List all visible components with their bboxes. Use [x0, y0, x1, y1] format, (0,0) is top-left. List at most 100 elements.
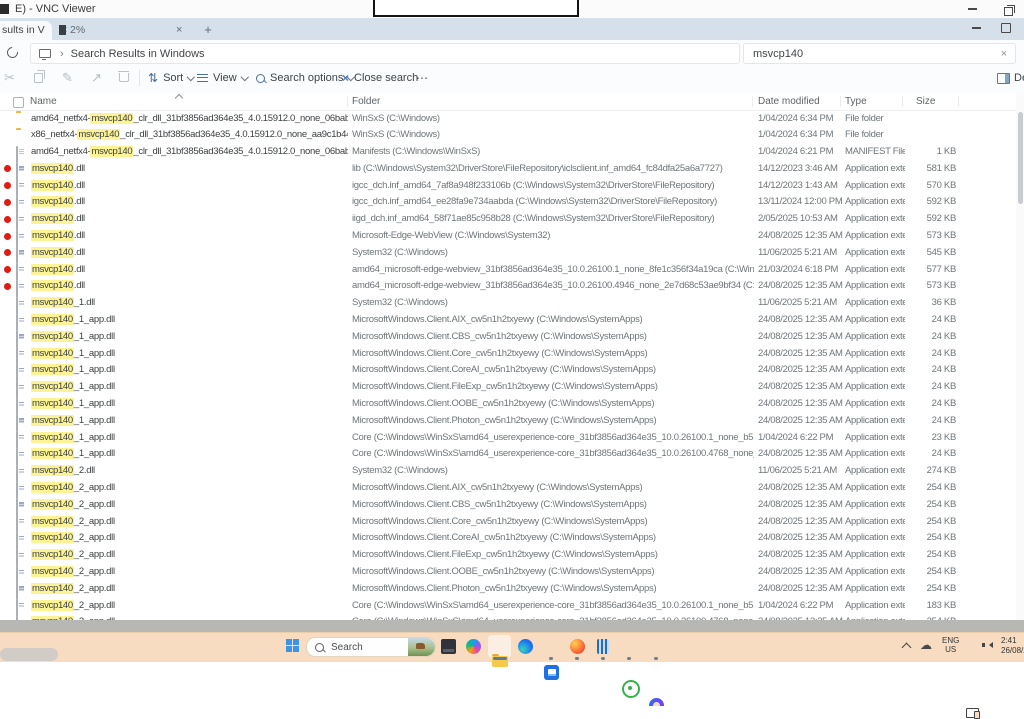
table-row[interactable]: amd64_netfx4-msvcp140_clr_dll_31bf3856ad…	[0, 144, 1016, 161]
view-button[interactable]: View	[197, 68, 247, 88]
name-highlight: msvcp140	[31, 516, 74, 527]
table-row[interactable]: msvcp140_2_app.dll Core (C:\Windows\WinS…	[0, 597, 1016, 614]
vnc-restore-button[interactable]	[994, 3, 1022, 19]
name-highlight: msvcp140	[31, 196, 74, 207]
onedrive-cloud-icon[interactable]: ☁	[920, 638, 932, 652]
copilot-icon[interactable]	[466, 639, 481, 654]
search-input[interactable]: msvcp140 ×	[743, 43, 1016, 64]
table-row[interactable]: msvcp140.dll lib (C:\Windows\System32\Dr…	[0, 160, 1016, 177]
table-row[interactable]: msvcp140.dll igcc_dch.inf_amd64_7af8a948…	[0, 177, 1016, 194]
more-options-button[interactable]: ⋯	[416, 68, 429, 88]
table-row[interactable]: amd64_netfx4-msvcp140_clr_dll_31bf3856ad…	[0, 110, 1016, 127]
cell-folder: WinSxS (C:\Windows)	[352, 129, 754, 140]
details-pane-button[interactable]: Details	[997, 68, 1024, 88]
table-row[interactable]: msvcp140_2_app.dll MicrosoftWindows.Clie…	[0, 530, 1016, 547]
table-row[interactable]: msvcp140_2_app.dll MicrosoftWindows.Clie…	[0, 564, 1016, 581]
tab-second[interactable]: 2% ×	[53, 21, 193, 40]
name-post: _2_app.dll	[74, 499, 115, 510]
dark-app-icon[interactable]	[441, 639, 456, 654]
table-row[interactable]: msvcp140.dll amd64_microsoft-edge-webvie…	[0, 261, 1016, 278]
search-options-icon	[256, 74, 265, 83]
chevron-down-icon	[187, 73, 195, 81]
in-use-dot-icon	[4, 165, 11, 172]
vnc-minimize-button[interactable]	[958, 1, 986, 17]
table-row[interactable]: msvcp140.dll amd64_microsoft-edge-webvie…	[0, 278, 1016, 295]
select-all-checkbox[interactable]	[13, 97, 24, 108]
column-header-date[interactable]: Date modified	[758, 96, 820, 107]
firefox-icon[interactable]	[570, 639, 585, 654]
cell-date: 13/11/2024 12:00 PM	[758, 196, 843, 207]
breadcrumb-location[interactable]: Search Results in Windows	[71, 48, 205, 60]
striped-app-icon[interactable]	[597, 639, 609, 654]
new-tab-button[interactable]: +	[200, 22, 216, 38]
cell-size: 24 KB	[878, 331, 956, 342]
table-row[interactable]: msvcp140_1_app.dll Core (C:\Windows\WinS…	[0, 429, 1016, 446]
store-icon[interactable]	[544, 665, 559, 680]
edge-icon[interactable]	[518, 639, 533, 654]
table-row[interactable]: msvcp140_2.dll System32 (C:\Windows) 11/…	[0, 463, 1016, 480]
green-ring-app-icon[interactable]	[622, 680, 640, 698]
cell-folder: lib (C:\Windows\System32\DriverStore\Fil…	[352, 163, 754, 174]
share-icon[interactable]: ↗	[91, 70, 102, 86]
breadcrumb[interactable]: › Search Results in Windows	[30, 43, 740, 64]
cell-date: 24/08/2025 12:35 AM	[758, 280, 843, 291]
taskbar-clock[interactable]: 2:41 26/08/2	[1001, 636, 1024, 655]
explorer-minimize-button[interactable]	[962, 20, 990, 36]
table-row[interactable]: msvcp140.dll iigd_dch.inf_amd64_58f71ae8…	[0, 211, 1016, 228]
explorer-maximize-button[interactable]	[992, 20, 1020, 36]
column-header-size[interactable]: Size	[916, 96, 935, 107]
sort-button[interactable]: ⇅ Sort	[148, 68, 194, 88]
cell-folder: Core (C:\Windows\WinSxS\amd64_userexperi…	[352, 600, 754, 611]
table-row[interactable]: msvcp140_1.dll System32 (C:\Windows) 11/…	[0, 295, 1016, 312]
copy-icon[interactable]	[34, 73, 43, 83]
tab-close-icon[interactable]: ×	[176, 25, 182, 35]
table-row[interactable]: msvcp140_1_app.dll MicrosoftWindows.Clie…	[0, 312, 1016, 329]
column-header-name[interactable]: Name	[30, 96, 57, 107]
table-row[interactable]: msvcp140.dll Microsoft-Edge-WebView (C:\…	[0, 228, 1016, 245]
search-value: msvcp140	[753, 48, 803, 60]
cut-icon[interactable]: ✂	[4, 70, 15, 86]
clear-search-icon[interactable]: ×	[1001, 48, 1007, 60]
volume-icon[interactable]	[986, 642, 993, 648]
table-row[interactable]: msvcp140_1_app.dll Core (C:\Windows\WinS…	[0, 446, 1016, 463]
scrollbar-thumb[interactable]	[1018, 112, 1023, 204]
rename-icon[interactable]: ✎	[62, 70, 73, 86]
cast-display-icon[interactable]	[966, 708, 979, 718]
arc-app-icon[interactable]	[649, 698, 664, 706]
table-row[interactable]: msvcp140_1_app.dll MicrosoftWindows.Clie…	[0, 412, 1016, 429]
view-icon	[197, 74, 208, 83]
table-row[interactable]: msvcp140_2_app.dll MicrosoftWindows.Clie…	[0, 480, 1016, 497]
cell-size: 1 KB	[878, 146, 956, 157]
search-options-button[interactable]: Search options	[256, 68, 354, 88]
language-indicator[interactable]: ENG US	[942, 636, 959, 654]
table-row[interactable]: msvcp140_1_app.dll MicrosoftWindows.Clie…	[0, 345, 1016, 362]
table-row[interactable]: msvcp140_2_app.dll MicrosoftWindows.Clie…	[0, 496, 1016, 513]
column-header-folder[interactable]: Folder	[352, 96, 380, 107]
cell-date: 24/08/2025 12:35 AM	[758, 566, 843, 577]
table-row[interactable]: msvcp140.dll igcc_dch.inf_amd64_ee28fa9e…	[0, 194, 1016, 211]
start-button[interactable]	[286, 639, 299, 652]
column-header-type[interactable]: Type	[845, 96, 867, 107]
table-row[interactable]: x86_netfx4-msvcp140_clr_dll_31bf3856ad36…	[0, 127, 1016, 144]
cell-size: 254 KB	[878, 499, 956, 510]
table-row[interactable]: msvcp140_1_app.dll MicrosoftWindows.Clie…	[0, 379, 1016, 396]
close-search-button[interactable]: × Close search	[342, 68, 418, 88]
running-indicator	[654, 657, 658, 660]
table-row[interactable]: msvcp140_1_app.dll MicrosoftWindows.Clie…	[0, 396, 1016, 413]
table-row[interactable]: msvcp140_2_app.dll MicrosoftWindows.Clie…	[0, 580, 1016, 597]
table-row[interactable]: msvcp140_2_app.dll MicrosoftWindows.Clie…	[0, 513, 1016, 530]
table-row[interactable]: msvcp140_2_app.dll MicrosoftWindows.Clie…	[0, 547, 1016, 564]
table-row[interactable]: msvcp140_1_app.dll MicrosoftWindows.Clie…	[0, 362, 1016, 379]
close-search-icon: ×	[342, 71, 349, 85]
cell-date: 24/08/2025 12:35 AM	[758, 364, 843, 375]
tab-search-results[interactable]: sults in V ×	[0, 21, 52, 40]
details-pane-icon	[997, 73, 1010, 84]
taskbar-search-box[interactable]: Search	[306, 637, 436, 657]
cell-name: msvcp140_1.dll	[31, 297, 348, 308]
cell-size: 24 KB	[878, 398, 956, 409]
table-row[interactable]: msvcp140.dll System32 (C:\Windows) 11/06…	[0, 244, 1016, 261]
cell-size: 254 KB	[878, 583, 956, 594]
delete-icon[interactable]	[119, 73, 129, 82]
toolbar-divider	[139, 70, 140, 86]
table-row[interactable]: msvcp140_1_app.dll MicrosoftWindows.Clie…	[0, 328, 1016, 345]
